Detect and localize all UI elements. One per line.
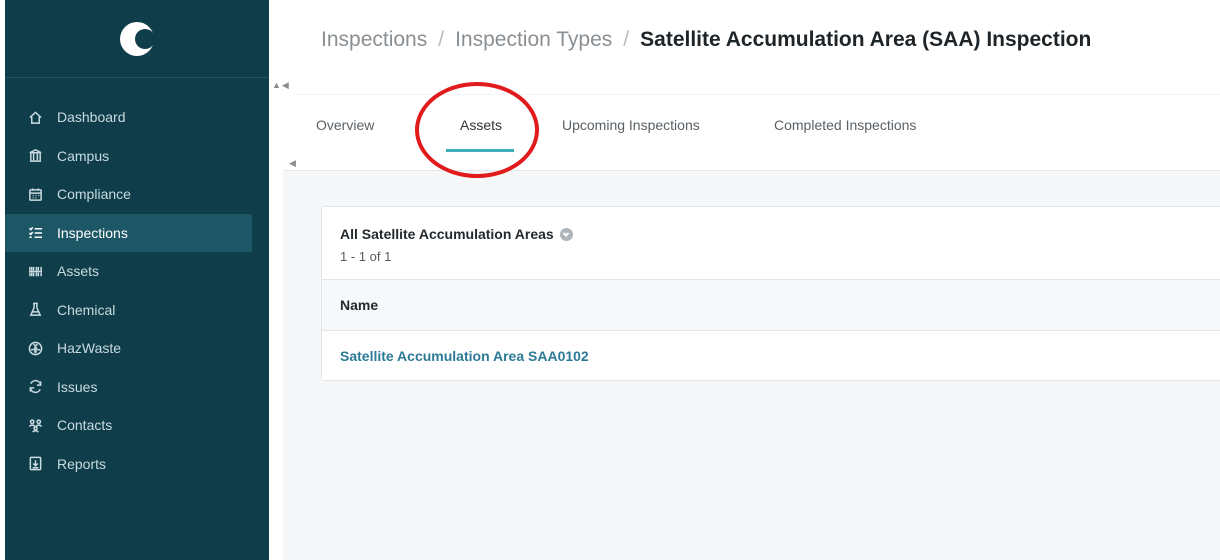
card-header: All Satellite Accumulation Areas 1 - 1 o… bbox=[322, 207, 1220, 280]
sidebar-item-contacts[interactable]: Contacts bbox=[5, 406, 269, 445]
sidebar-item-label: Issues bbox=[57, 378, 98, 395]
sidebar-item-compliance[interactable]: Compliance bbox=[5, 175, 269, 214]
barcode-icon bbox=[27, 263, 43, 279]
sidebar-item-label: HazWaste bbox=[57, 340, 122, 357]
sidebar-nav: Dashboard Campus Compliance Inspections bbox=[5, 78, 269, 483]
column-header-name[interactable]: Name bbox=[322, 280, 1220, 331]
asset-link[interactable]: Satellite Accumulation Area SAA0102 bbox=[340, 348, 589, 364]
sidebar-item-label: Assets bbox=[57, 263, 100, 280]
logo-icon[interactable] bbox=[120, 21, 155, 56]
sidebar-item-label: Contacts bbox=[57, 417, 113, 434]
breadcrumb-separator: / bbox=[623, 28, 630, 51]
tab-upcoming-inspections[interactable]: Upcoming Inspections bbox=[562, 117, 700, 133]
column-header-label: Name bbox=[340, 297, 379, 313]
assets-card: All Satellite Accumulation Areas 1 - 1 o… bbox=[321, 206, 1220, 381]
brand bbox=[5, 0, 269, 78]
sidebar-item-label: Campus bbox=[57, 147, 110, 164]
refresh-icon bbox=[27, 379, 43, 395]
collapse-arrows-icon[interactable]: ▲◀ bbox=[272, 80, 290, 91]
card-title: All Satellite Accumulation Areas bbox=[340, 226, 554, 242]
tab-overview[interactable]: Overview bbox=[316, 117, 374, 133]
sidebar-item-dashboard[interactable]: Dashboard bbox=[5, 98, 269, 137]
breadcrumb-link-inspection-types[interactable]: Inspection Types bbox=[455, 28, 612, 51]
sidebar-item-label: Inspections bbox=[57, 224, 128, 241]
building-icon bbox=[27, 148, 43, 164]
tab-completed-inspections[interactable]: Completed Inspections bbox=[774, 117, 916, 133]
breadcrumb-separator: / bbox=[438, 28, 445, 51]
sidebar-item-label: Chemical bbox=[57, 301, 116, 318]
sidebar-item-label: Compliance bbox=[57, 186, 131, 203]
home-icon bbox=[27, 109, 43, 125]
sidebar-item-inspections[interactable]: Inspections bbox=[5, 213, 252, 252]
sidebar-item-campus[interactable]: Campus bbox=[5, 137, 269, 176]
breadcrumb-link-inspections[interactable]: Inspections bbox=[321, 28, 427, 51]
sidebar-item-reports[interactable]: Reports bbox=[5, 445, 269, 484]
app: Dashboard Campus Compliance Inspections bbox=[0, 0, 1220, 560]
collapse-arrow-icon[interactable]: ◀ bbox=[289, 158, 296, 169]
main-content: All Satellite Accumulation Areas 1 - 1 o… bbox=[283, 170, 1220, 560]
radiation-icon bbox=[27, 340, 43, 356]
checklist-icon bbox=[27, 225, 43, 241]
result-count: 1 - 1 of 1 bbox=[340, 249, 392, 264]
sidebar-item-chemical[interactable]: Chemical bbox=[5, 291, 269, 330]
page-title: Satellite Accumulation Area (SAA) Inspec… bbox=[640, 28, 1092, 51]
sidebar-item-issues[interactable]: Issues bbox=[5, 368, 269, 407]
calendar-icon bbox=[27, 186, 43, 202]
flask-icon bbox=[27, 302, 43, 318]
contacts-icon bbox=[27, 417, 43, 433]
filter-dropdown[interactable]: All Satellite Accumulation Areas bbox=[340, 226, 573, 242]
sidebar: Dashboard Campus Compliance Inspections bbox=[5, 0, 269, 560]
annotation-highlight-circle bbox=[415, 82, 539, 178]
sidebar-item-hazwaste[interactable]: HazWaste bbox=[5, 329, 269, 368]
breadcrumb: Inspections / Inspection Types / Satellite A… bbox=[321, 28, 1091, 52]
report-icon bbox=[27, 456, 43, 472]
table-row: Satellite Accumulation Area SAA0102 bbox=[322, 331, 1220, 381]
page-header: Inspections / Inspection Types / Satellite A… bbox=[269, 0, 1220, 86]
chevron-down-icon[interactable] bbox=[559, 227, 573, 241]
sidebar-item-label: Dashboard bbox=[57, 109, 126, 126]
sidebar-item-label: Reports bbox=[57, 455, 107, 472]
sidebar-item-assets[interactable]: Assets bbox=[5, 252, 269, 291]
